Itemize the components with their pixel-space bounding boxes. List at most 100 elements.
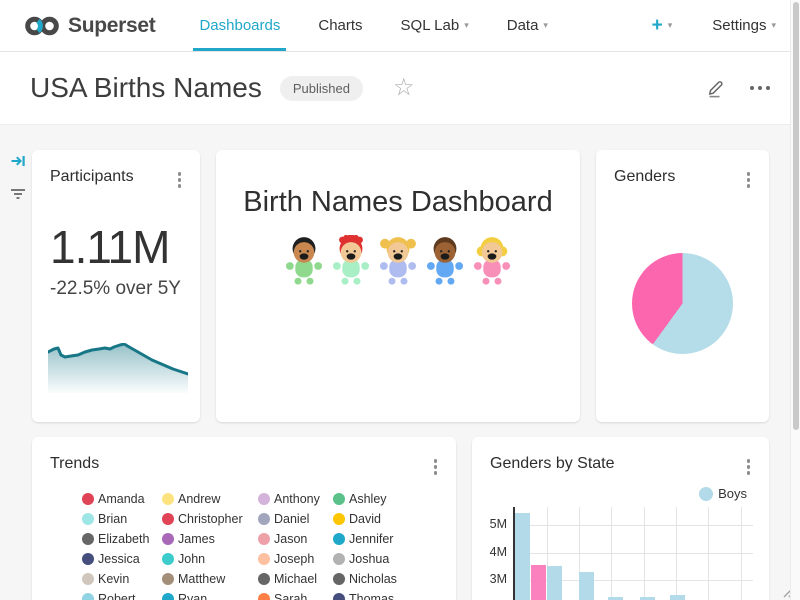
legend-label: Ryan [178, 592, 207, 600]
nav-label: Dashboards [199, 17, 280, 34]
legend-item-matthew[interactable]: Matthew [162, 569, 258, 589]
genders-pie[interactable] [632, 253, 733, 354]
legend-color-dot [258, 573, 270, 585]
legend-color-dot [333, 553, 345, 565]
filter-list-button[interactable] [8, 185, 28, 203]
nav-label: SQL Lab [401, 17, 460, 34]
legend-item-ashley[interactable]: Ashley [333, 489, 433, 509]
legend-item-jennifer[interactable]: Jennifer [333, 529, 433, 549]
legend-label: Jennifer [349, 532, 393, 546]
legend-label: Jessica [98, 552, 140, 566]
legend-item-andrew[interactable]: Andrew [162, 489, 258, 509]
caret-down-icon: ▾ [543, 21, 548, 30]
genders-by-state-card: Genders by State Boys 5M4M3M [472, 437, 769, 600]
trends-card: Trends AmandaAndrewAnthonyAshleyBrianChr… [32, 437, 456, 600]
legend-item-david[interactable]: David [333, 509, 433, 529]
legend-color-dot [333, 493, 345, 505]
bar-boys[interactable] [547, 566, 562, 600]
legend-label: Jason [274, 532, 307, 546]
legend-color-dot [258, 593, 270, 600]
legend-color-dot [82, 593, 94, 600]
nav-item-data[interactable]: Data ▾ [507, 0, 548, 51]
brand-name: Superset [68, 14, 155, 38]
legend-color-dot [82, 493, 94, 505]
legend-item-kevin[interactable]: Kevin [82, 569, 162, 589]
kebab-menu-icon[interactable] [744, 168, 754, 192]
legend-item-amanda[interactable]: Amanda [82, 489, 162, 509]
new-item-button[interactable]: + ▾ [652, 16, 673, 35]
legend-item-john[interactable]: John [162, 549, 258, 569]
legend-label: Daniel [274, 512, 309, 526]
legend-color-dot [258, 513, 270, 525]
nav-label: Data [507, 17, 539, 34]
dashboard-canvas: Participants 1.11M -22.5% over 5Y Birth … [0, 125, 800, 600]
bar-boys[interactable] [640, 597, 655, 600]
legend-item-robert[interactable]: Robert [82, 589, 162, 600]
settings-label: Settings [712, 17, 766, 34]
markdown-heading: Birth Names Dashboard [216, 186, 580, 219]
y-axis-tick-label: 4M [472, 545, 507, 559]
nav-item-sql-lab[interactable]: SQL Lab ▾ [401, 0, 469, 51]
legend-label: Brian [98, 512, 127, 526]
legend-color-dot [162, 593, 174, 600]
scrollbar-thumb[interactable] [793, 2, 799, 430]
legend-item-elizabeth[interactable]: Elizabeth [82, 529, 162, 549]
page-title: USA Births Names [30, 72, 262, 104]
legend-item-anthony[interactable]: Anthony [258, 489, 333, 509]
bar-boys[interactable] [608, 597, 623, 600]
legend-item-jessica[interactable]: Jessica [82, 549, 162, 569]
legend-item-daniel[interactable]: Daniel [258, 509, 333, 529]
legend-item-james[interactable]: James [162, 529, 258, 549]
legend-item-joshua[interactable]: Joshua [333, 549, 433, 569]
legend-item-thomas[interactable]: Thomas [333, 589, 433, 600]
ellipsis-icon [750, 86, 771, 91]
baby-emoji-4 [423, 235, 467, 285]
top-navbar: Superset Dashboards Charts SQL Lab ▾ Dat… [0, 0, 800, 52]
legend-color-dot [82, 553, 94, 565]
more-options-button[interactable] [750, 86, 771, 91]
legend-item-nicholas[interactable]: Nicholas [333, 569, 433, 589]
babies-row [216, 235, 580, 285]
legend-item-brian[interactable]: Brian [82, 509, 162, 529]
legend-label: Robert [98, 592, 136, 600]
published-badge[interactable]: Published [280, 76, 363, 101]
legend-item-sarah[interactable]: Sarah [258, 589, 333, 600]
baby-emoji-1 [282, 235, 326, 285]
superset-logo[interactable]: Superset [24, 14, 155, 38]
legend-label: Christopher [178, 512, 243, 526]
filter-icon [10, 187, 26, 201]
bar-boys[interactable] [579, 572, 594, 600]
trends-legend: Amanda Andrew Anthony Ashley Brian Christophe… [82, 489, 433, 600]
bar-boys[interactable] [515, 513, 530, 600]
kebab-menu-icon[interactable] [431, 455, 441, 479]
legend-label: Andrew [178, 492, 220, 506]
bar-boys[interactable] [670, 595, 685, 600]
bar-girls[interactable] [531, 565, 546, 600]
legend-item-ryan[interactable]: Ryan [162, 589, 258, 600]
legend-color-dot [162, 533, 174, 545]
kebab-menu-icon[interactable] [175, 168, 185, 192]
baby-emoji-2 [329, 235, 373, 285]
nav-label: Charts [318, 17, 362, 34]
legend-item-joseph[interactable]: Joseph [258, 549, 333, 569]
settings-menu[interactable]: Settings ▾ [712, 17, 776, 34]
genders-card: Genders [596, 150, 769, 422]
favorite-star-icon[interactable]: ☆ [393, 76, 415, 100]
legend-item-michael[interactable]: Michael [258, 569, 333, 589]
legend-item-jason[interactable]: Jason [258, 529, 333, 549]
legend-color-dot [162, 553, 174, 565]
expand-filter-panel-button[interactable] [8, 151, 28, 171]
nav-item-dashboards[interactable]: Dashboards [199, 0, 280, 51]
legend-label: Matthew [178, 572, 225, 586]
legend-color-dot [82, 533, 94, 545]
edit-pencil-icon [706, 78, 726, 98]
nav-item-charts[interactable]: Charts [318, 0, 362, 51]
edit-dashboard-button[interactable] [706, 78, 726, 98]
markdown-card: Birth Names Dashboard [216, 150, 580, 422]
nav-menu: Dashboards Charts SQL Lab ▾ Data ▾ [199, 0, 547, 51]
legend-label: Anthony [274, 492, 320, 506]
legend-item-christopher[interactable]: Christopher [162, 509, 258, 529]
infinity-logo-icon [24, 15, 60, 37]
gridline-vertical [708, 507, 709, 600]
legend-color-dot [333, 593, 345, 600]
